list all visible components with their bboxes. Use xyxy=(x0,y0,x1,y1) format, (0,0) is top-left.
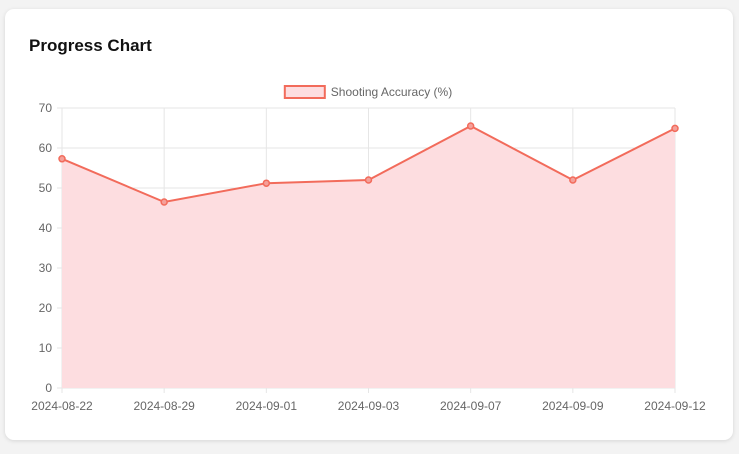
y-tick-label: 0 xyxy=(45,381,52,395)
x-tick-label: 2024-09-12 xyxy=(644,399,706,413)
data-point[interactable] xyxy=(262,179,271,187)
data-point[interactable] xyxy=(569,176,577,184)
y-tick-label: 70 xyxy=(39,101,53,115)
x-tick-label: 2024-09-09 xyxy=(542,399,604,413)
x-tick-label: 2024-09-03 xyxy=(338,399,400,413)
x-tick-label: 2024-09-07 xyxy=(440,399,502,413)
x-tick-label: 2024-09-01 xyxy=(236,399,298,413)
y-tick-label: 10 xyxy=(39,341,53,355)
data-point[interactable] xyxy=(160,198,168,206)
y-tick-label: 40 xyxy=(39,221,53,235)
legend-swatch xyxy=(283,85,326,99)
x-tick-label: 2024-08-22 xyxy=(31,399,93,413)
data-point[interactable] xyxy=(466,122,475,130)
data-point[interactable] xyxy=(58,155,66,163)
progress-chart: 0 10 20 30 40 50 60 70 2024-08-22 2024-08-29 2024-… xyxy=(31,85,706,413)
legend-label[interactable]: Shooting Accuracy (%) xyxy=(331,85,452,99)
data-point[interactable] xyxy=(364,176,373,184)
x-tick-label: 2024-08-29 xyxy=(133,399,195,413)
data-point[interactable] xyxy=(671,124,679,133)
y-tick-label: 30 xyxy=(39,261,53,275)
y-tick-label: 20 xyxy=(39,301,53,315)
y-tick-label: 50 xyxy=(39,181,53,195)
y-tick-label: 60 xyxy=(39,141,53,155)
